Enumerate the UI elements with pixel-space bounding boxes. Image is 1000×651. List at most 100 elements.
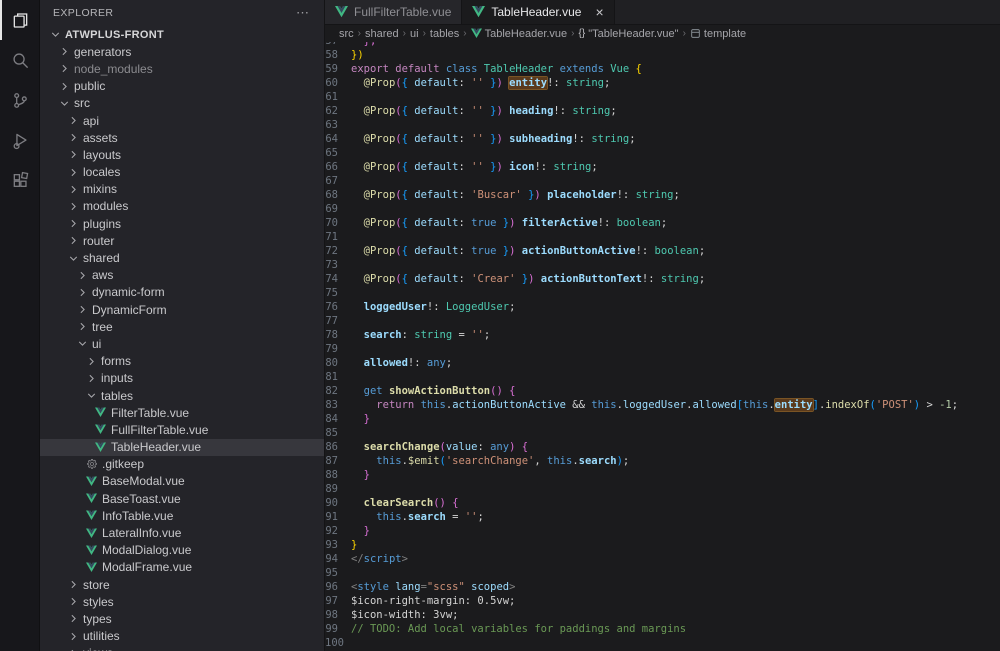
line-number: 85 [325,426,351,440]
tree-item-label: layouts [83,148,121,162]
chevron-right-icon [66,647,80,651]
tree-item-views[interactable]: views [40,645,324,651]
code-line-92: 92 } [325,524,1000,538]
code-line-59: 59export default class TableHeader exten… [325,62,1000,76]
tree-item-aws[interactable]: aws [40,267,324,284]
tree-item-store[interactable]: store [40,576,324,593]
extensions-icon[interactable] [0,160,39,200]
breadcrumb-label: TableHeader.vue [485,28,568,40]
tree-item-basemodal-vue[interactable]: BaseModal.vue [40,473,324,490]
close-icon[interactable]: × [595,5,603,19]
tree-item-shared[interactable]: shared [40,249,324,266]
tree-item-filtertable-vue[interactable]: FilterTable.vue [40,404,324,421]
tree-item-types[interactable]: types [40,610,324,627]
line-number: 69 [325,202,351,216]
breadcrumb-label: template [704,28,746,40]
tree-item-mixins[interactable]: mixins [40,181,324,198]
explorer-icon[interactable] [0,0,39,40]
tree-item-dynamicform[interactable]: DynamicForm [40,301,324,318]
tree-item-inputs[interactable]: inputs [40,370,324,387]
line-content: @Prop({ default: '' }) icon!: string; [351,160,598,174]
tree-item-lateralinfo-vue[interactable]: LateralInfo.vue [40,524,324,541]
tree-item-label: generators [74,45,131,59]
tab-tableheader-vue[interactable]: TableHeader.vue× [462,0,614,24]
chevron-down-icon [66,252,80,265]
chevron-right-icon [66,595,80,608]
line-content: $icon-right-margin: 0.5vw; [351,594,515,608]
tree-item-label: node_modules [74,62,153,76]
vue-file-icon [93,424,108,435]
editor-area: FullFilterTable.vueTableHeader.vue× src›… [325,0,1000,651]
line-content: get showActionButton() { [351,384,515,398]
tree-item--gitkeep[interactable]: .gitkeep [40,456,324,473]
breadcrumb-separator: › [402,28,407,39]
tree-item-generators[interactable]: generators [40,43,324,60]
tree-item-assets[interactable]: assets [40,129,324,146]
code-editor[interactable]: 57 },58})59export default class TableHea… [325,42,1000,651]
tree-item-basetoast-vue[interactable]: BaseToast.vue [40,490,324,507]
search-icon[interactable] [0,40,39,80]
chevron-right-icon [66,131,80,144]
more-actions-icon[interactable]: ⋯ [296,5,310,21]
line-number: 98 [325,608,351,622]
tree-item-router[interactable]: router [40,232,324,249]
tree-item-tables[interactable]: tables [40,387,324,404]
tree-item-api[interactable]: api [40,112,324,129]
source-control-icon[interactable] [0,80,39,120]
tree-item-label: aws [92,268,113,282]
line-number: 87 [325,454,351,468]
line-number: 95 [325,566,351,580]
code-line-82: 82 get showActionButton() { [325,384,1000,398]
breadcrumb-item--tableheader-vue-[interactable]: {}"TableHeader.vue" [579,28,679,40]
tree-item-forms[interactable]: forms [40,353,324,370]
tree-item-modaldialog-vue[interactable]: ModalDialog.vue [40,542,324,559]
tree-item-atwplus-front[interactable]: ATWPLUS-FRONT [40,26,324,43]
breadcrumb-item-template[interactable]: template [690,28,746,40]
code-line-58: 58}) [325,48,1000,62]
tree-item-label: modules [83,199,128,213]
line-content: loggedUser!: LoggedUser; [351,300,515,314]
tree-item-infotable-vue[interactable]: InfoTable.vue [40,507,324,524]
tree-item-modules[interactable]: modules [40,198,324,215]
sidebar-header: EXPLORER ⋯ [40,0,324,26]
line-number: 92 [325,524,351,538]
tree-item-plugins[interactable]: plugins [40,215,324,232]
breadcrumb-item-tables[interactable]: tables [430,28,459,40]
code-line-97: 97$icon-right-margin: 0.5vw; [325,594,1000,608]
breadcrumb-separator: › [570,28,575,39]
line-content: } [351,468,370,482]
breadcrumb-item-ui[interactable]: ui [410,28,419,40]
line-content: } [351,524,370,538]
tab-fullfiltertable-vue[interactable]: FullFilterTable.vue [325,0,462,24]
tree-item-label: inputs [101,371,133,385]
breadcrumb-item-tableheader-vue[interactable]: TableHeader.vue [471,28,568,40]
tree-item-locales[interactable]: locales [40,164,324,181]
tree-item-node-modules[interactable]: node_modules [40,60,324,77]
tree-item-tableheader-vue[interactable]: TableHeader.vue [40,439,324,456]
tree-item-utilities[interactable]: utilities [40,628,324,645]
vue-file-icon [93,407,108,418]
tree-item-tree[interactable]: tree [40,318,324,335]
breadcrumb-item-shared[interactable]: shared [365,28,399,40]
breadcrumb-item-src[interactable]: src [339,28,354,40]
tree-item-modalframe-vue[interactable]: ModalFrame.vue [40,559,324,576]
tree-item-label: utilities [83,629,120,643]
code-line-69: 69 [325,202,1000,216]
tree-item-fullfiltertable-vue[interactable]: FullFilterTable.vue [40,421,324,438]
line-content: <style lang="scss" scoped> [351,580,515,594]
tree-item-layouts[interactable]: layouts [40,146,324,163]
tree-item-styles[interactable]: styles [40,593,324,610]
chevron-right-icon [66,217,80,230]
code-line-77: 77 [325,314,1000,328]
tree-item-label: TableHeader.vue [111,440,201,454]
tab-label: FullFilterTable.vue [354,5,451,19]
line-content: allowed!: any; [351,356,452,370]
code-line-71: 71 [325,230,1000,244]
line-number: 80 [325,356,351,370]
tree-item-ui[interactable]: ui [40,335,324,352]
tree-item-public[interactable]: public [40,78,324,95]
tree-item-src[interactable]: src [40,95,324,112]
tree-item-dynamic-form[interactable]: dynamic-form [40,284,324,301]
run-debug-icon[interactable] [0,120,39,160]
line-number: 96 [325,580,351,594]
